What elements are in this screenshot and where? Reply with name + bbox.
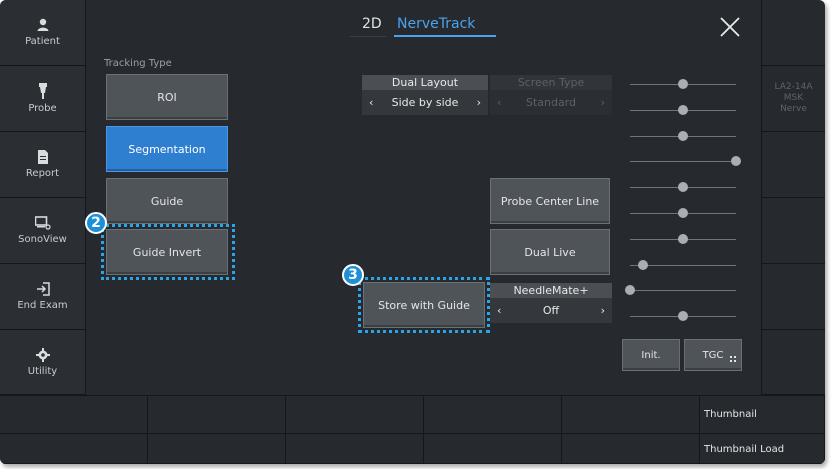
tgc-slider-knob[interactable] xyxy=(625,285,635,295)
sidebar-item-patient[interactable]: Patient xyxy=(0,0,86,66)
thumbnail-label: Thumbnail xyxy=(704,409,757,420)
sidebar-item-end-exam[interactable]: End Exam xyxy=(0,264,86,330)
tgc-slider-knob[interactable] xyxy=(637,260,648,270)
sidebar-item-label: Report xyxy=(25,168,60,179)
thumbnail-load-label: Thumbnail Load xyxy=(704,444,785,455)
chevron-left-icon: ‹ xyxy=(497,96,502,109)
tgc-slider-knob[interactable] xyxy=(678,105,688,115)
sidebar-item-label: Patient xyxy=(25,36,60,47)
sidebar-item-label: Probe xyxy=(28,103,57,114)
dual-layout-header: Dual Layout xyxy=(362,75,488,90)
close-button[interactable] xyxy=(718,15,742,39)
callout-3: 3 xyxy=(342,264,364,286)
dual-layout-value: Side by side xyxy=(391,96,459,109)
gear-icon xyxy=(35,347,50,362)
callout-2: 2 xyxy=(85,212,107,234)
screen-type-header: Screen Type xyxy=(490,75,612,90)
bottom-grid-cell[interactable] xyxy=(286,434,424,464)
right-cell xyxy=(761,198,825,264)
guide-button[interactable]: Guide xyxy=(106,178,228,224)
needlemate-header: NeedleMate+ xyxy=(490,283,612,298)
bottom-grid-cell[interactable] xyxy=(0,434,148,464)
tab-2d[interactable]: 2D xyxy=(362,16,382,32)
probe-center-line-button[interactable]: Probe Center Line xyxy=(490,178,610,224)
screen-type-value: Standard xyxy=(525,96,577,109)
needlemate-value: Off xyxy=(542,304,560,317)
thumbnail-load-button[interactable]: Thumbnail Load xyxy=(700,434,825,464)
bottom-grid-cell[interactable] xyxy=(148,396,286,434)
tgc-slider-track[interactable] xyxy=(630,161,736,162)
bottom-grid-cell[interactable] xyxy=(286,396,424,434)
tgc-slider-track[interactable] xyxy=(630,290,736,291)
tgc-slider-knob[interactable] xyxy=(678,131,688,141)
thumbnail-button[interactable]: Thumbnail xyxy=(700,396,825,434)
sidebar: Patient Probe Report SonoView End Exam U… xyxy=(0,0,86,395)
tgc-button[interactable]: TGC xyxy=(684,339,742,371)
sidebar-item-label: End Exam xyxy=(17,300,68,311)
bottom-grid-cell[interactable] xyxy=(424,396,562,434)
chevron-left-icon[interactable]: ‹ xyxy=(369,96,373,109)
sidebar-item-label: Utility xyxy=(27,365,58,377)
roi-button[interactable]: ROI xyxy=(106,74,228,120)
chevron-right-icon: › xyxy=(600,96,605,109)
sidebar-item-label: SonoView xyxy=(18,234,67,245)
tgc-slider-knob[interactable] xyxy=(678,79,688,89)
sidebar-item-probe[interactable]: Probe xyxy=(0,66,86,132)
bottom-grid-cell[interactable] xyxy=(562,396,700,434)
person-icon xyxy=(36,18,50,32)
right-cell xyxy=(761,132,825,198)
sidebar-item-sonoview[interactable]: SonoView xyxy=(0,198,86,264)
sidebar-item-report[interactable]: Report xyxy=(0,132,86,198)
tgc-slider-knob[interactable] xyxy=(678,234,688,244)
bottom-grid-cell[interactable] xyxy=(424,434,562,464)
dual-layout-selector[interactable]: Dual Layout ‹ Side by side › xyxy=(362,75,488,115)
screen-type-selector: Screen Type ‹ Standard › xyxy=(490,75,612,115)
segmentation-button[interactable]: Segmentation xyxy=(106,126,228,172)
tgc-slider-knob[interactable] xyxy=(678,311,688,321)
chevron-right-icon[interactable]: › xyxy=(477,96,481,109)
chevron-right-icon[interactable]: › xyxy=(601,304,605,317)
sonoview-icon xyxy=(34,216,51,230)
tgc-slider-knob[interactable] xyxy=(731,156,741,166)
tgc-slider-knob[interactable] xyxy=(678,182,688,192)
close-icon xyxy=(718,17,742,43)
tracking-type-label: Tracking Type xyxy=(104,58,172,69)
probe-icon xyxy=(37,83,49,99)
probe-preset-2: Nerve xyxy=(780,104,807,114)
exit-icon xyxy=(36,282,50,296)
document-icon xyxy=(37,150,49,164)
grid-dots-icon xyxy=(730,354,736,365)
probe-preset-1: MSK xyxy=(783,93,804,103)
bottom-grid-cell[interactable] xyxy=(148,434,286,464)
tgc-label: TGC xyxy=(702,349,724,361)
bottom-grid-cell[interactable] xyxy=(562,434,700,464)
init-button[interactable]: Init. xyxy=(622,339,680,371)
right-cell xyxy=(761,264,825,330)
probe-info-panel: LA2-14A MSK Nerve xyxy=(761,66,825,132)
guide-invert-highlight xyxy=(101,224,235,280)
probe-model: LA2-14A xyxy=(774,82,813,92)
sidebar-item-utility[interactable]: Utility xyxy=(0,330,86,395)
store-with-guide-highlight xyxy=(358,277,490,333)
chevron-left-icon[interactable]: ‹ xyxy=(497,304,501,317)
needlemate-selector[interactable]: NeedleMate+ ‹ Off › xyxy=(490,283,612,323)
right-cell-top xyxy=(761,0,825,66)
tab-nervetrack[interactable]: NerveTrack xyxy=(397,16,475,32)
bottom-grid-cell[interactable] xyxy=(0,396,148,434)
dual-live-button[interactable]: Dual Live xyxy=(490,229,610,275)
tab-active-underline xyxy=(394,35,496,37)
tgc-slider-knob[interactable] xyxy=(678,208,688,218)
right-cell xyxy=(761,330,825,395)
tab-divider xyxy=(350,36,386,37)
ultrasound-touch-panel: Patient Probe Report SonoView End Exam U… xyxy=(0,0,825,464)
